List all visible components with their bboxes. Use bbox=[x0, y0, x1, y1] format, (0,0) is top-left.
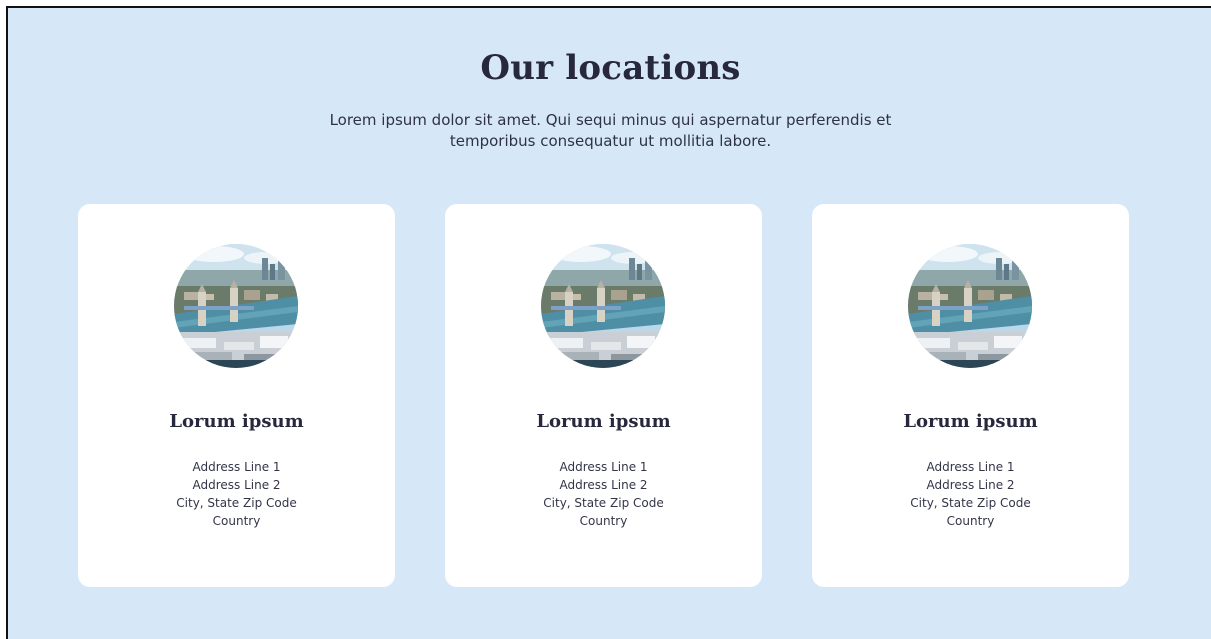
locations-section: Our locations Lorem ipsum dolor sit amet… bbox=[6, 6, 1211, 639]
section-subtitle: Lorem ipsum dolor sit amet. Qui sequi mi… bbox=[329, 111, 892, 150]
location-photo bbox=[908, 244, 1032, 368]
location-photo bbox=[174, 244, 298, 368]
address-line-1: Address Line 1 bbox=[926, 460, 1015, 474]
address-line-1: Address Line 1 bbox=[559, 460, 648, 474]
location-address: Address Line 1 Address Line 2 City, Stat… bbox=[445, 458, 762, 530]
address-line-2: Address Line 2 bbox=[192, 478, 281, 492]
address-country: Country bbox=[946, 514, 995, 528]
location-card: Lorum ipsum Address Line 1 Address Line … bbox=[812, 204, 1129, 587]
city-bridge-photo-icon bbox=[908, 244, 1032, 368]
location-card: Lorum ipsum Address Line 1 Address Line … bbox=[445, 204, 762, 587]
location-card: Lorum ipsum Address Line 1 Address Line … bbox=[78, 204, 395, 587]
location-name: Lorum ipsum bbox=[169, 411, 304, 432]
address-city-state-zip: City, State Zip Code bbox=[543, 496, 664, 510]
location-address: Address Line 1 Address Line 2 City, Stat… bbox=[812, 458, 1129, 530]
location-name: Lorum ipsum bbox=[903, 411, 1038, 432]
address-country: Country bbox=[579, 514, 628, 528]
address-line-1: Address Line 1 bbox=[192, 460, 281, 474]
city-bridge-photo-icon bbox=[541, 244, 665, 368]
address-city-state-zip: City, State Zip Code bbox=[910, 496, 1031, 510]
location-address: Address Line 1 Address Line 2 City, Stat… bbox=[78, 458, 395, 530]
section-title: Our locations bbox=[480, 48, 741, 88]
address-line-2: Address Line 2 bbox=[559, 478, 648, 492]
address-city-state-zip: City, State Zip Code bbox=[176, 496, 297, 510]
address-country: Country bbox=[212, 514, 261, 528]
location-photo bbox=[541, 244, 665, 368]
address-line-2: Address Line 2 bbox=[926, 478, 1015, 492]
location-name: Lorum ipsum bbox=[536, 411, 671, 432]
city-bridge-photo-icon bbox=[174, 244, 298, 368]
